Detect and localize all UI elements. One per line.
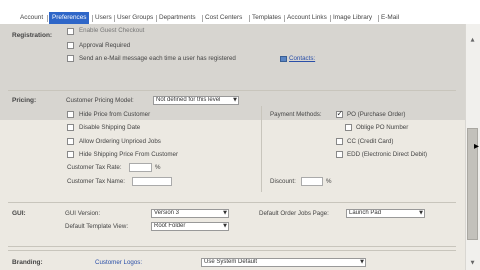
- tab-separator: [202, 15, 203, 22]
- cc-label: CC (Credit Card): [347, 138, 394, 145]
- allow-unpriced-jobs-checkbox[interactable]: [67, 138, 74, 145]
- default-order-page-select[interactable]: Launch Pad ▼: [346, 209, 425, 218]
- customer-logos-label: Customer Logos:: [95, 259, 143, 266]
- hide-price-checkbox[interactable]: [67, 111, 74, 118]
- gui-label: GUI:: [12, 210, 26, 217]
- default-template-view-value: Root Folder: [154, 223, 186, 229]
- registration-email-label: Send an e-Mail message each time a user …: [79, 55, 236, 62]
- contacts-link[interactable]: Contacts:: [289, 55, 315, 62]
- cc-checkbox[interactable]: [336, 138, 343, 145]
- tab-email[interactable]: E-Mail: [381, 13, 399, 23]
- chevron-down-icon: ▼: [233, 97, 237, 103]
- hide-shipping-price-label: Hide Shipping Price From Customer: [79, 151, 179, 158]
- tab-account[interactable]: Account: [20, 13, 43, 23]
- pricing-top-divider: [8, 90, 456, 91]
- tab-image-library[interactable]: Image Library: [333, 13, 372, 23]
- registration-label: Registration:: [12, 32, 53, 39]
- payment-methods-label: Payment Methods:: [270, 111, 322, 118]
- pricing-label: Pricing:: [12, 97, 37, 104]
- scroll-up-icon[interactable]: ▲: [467, 37, 478, 43]
- mouse-cursor-icon: ▸: [474, 141, 480, 152]
- enable-guest-checkout-label: Enable Guest Checkout: [79, 27, 145, 34]
- pricing-model-value: Not defined for this level: [156, 97, 221, 103]
- edd-label: EDD (Electronic Direct Debit): [347, 151, 428, 158]
- tab-templates[interactable]: Templates: [252, 13, 281, 23]
- tab-separator: [378, 15, 379, 22]
- customer-logos-select[interactable]: Use System Default ▼: [201, 258, 366, 267]
- default-order-page-value: Launch Pad: [349, 210, 382, 216]
- tab-separator: [156, 15, 157, 22]
- discount-label: Discount:: [270, 178, 296, 185]
- tab-user-groups[interactable]: User Groups: [117, 13, 153, 23]
- chevron-down-icon: ▼: [223, 223, 227, 229]
- approval-required-checkbox[interactable]: [67, 42, 74, 49]
- tab-cost-centers[interactable]: Cost Centers: [205, 13, 242, 23]
- tab-departments[interactable]: Departments: [159, 13, 196, 23]
- tab-separator: [249, 15, 250, 22]
- default-template-view-label: Default Template View:: [65, 223, 129, 230]
- pricing-model-select[interactable]: Not defined for this level ▼: [153, 96, 239, 105]
- branding-top-divider: [8, 246, 456, 247]
- branding-top-divider-inner: [8, 250, 456, 251]
- hide-price-label: Hide Price from Customer: [79, 111, 151, 118]
- tab-separator: [330, 15, 331, 22]
- tab-bar: Account Preferences Users User Groups De…: [0, 0, 480, 24]
- disable-shipping-date-label: Disable Shipping Date: [79, 124, 141, 131]
- gui-version-label: GUI Version:: [65, 210, 101, 217]
- hide-shipping-price-checkbox[interactable]: [67, 151, 74, 158]
- allow-unpriced-jobs-label: Allow Ordering Unpriced Jobs: [79, 138, 161, 145]
- tax-rate-label: Customer Tax Rate:: [67, 164, 122, 171]
- tax-rate-unit: %: [155, 164, 161, 171]
- tab-separator: [47, 15, 48, 22]
- disabled-overlay: [0, 24, 465, 120]
- tab-separator: [92, 15, 93, 22]
- default-template-view-select[interactable]: Root Folder ▼: [151, 222, 229, 231]
- edd-checkbox[interactable]: [336, 151, 343, 158]
- tab-account-links[interactable]: Account Links: [287, 13, 327, 23]
- pricing-column-divider: [261, 106, 262, 192]
- scroll-down-icon[interactable]: ▼: [467, 260, 478, 266]
- chevron-down-icon: ▼: [360, 259, 364, 265]
- tax-name-input[interactable]: [132, 177, 172, 186]
- tab-users[interactable]: Users: [95, 13, 112, 23]
- discount-input[interactable]: [301, 177, 323, 186]
- pricing-model-label: Customer Pricing Model:: [66, 97, 134, 104]
- approval-required-label: Approval Required: [79, 42, 131, 49]
- disable-shipping-date-checkbox[interactable]: [67, 124, 74, 131]
- gui-version-value: Version 3: [154, 210, 180, 216]
- enable-guest-checkout-checkbox[interactable]: [67, 28, 74, 35]
- po-checkbox[interactable]: [336, 109, 343, 118]
- tab-separator: [114, 15, 115, 22]
- discount-unit: %: [326, 178, 332, 185]
- tab-preferences[interactable]: Preferences: [49, 12, 90, 24]
- oblige-po-label: Oblige PO Number: [356, 124, 409, 131]
- branding-label: Branding:: [12, 259, 43, 266]
- default-order-page-label: Default Order Jobs Page:: [259, 210, 329, 217]
- chevron-down-icon: ▼: [419, 210, 423, 216]
- chevron-down-icon: ▼: [223, 210, 227, 216]
- gui-version-select[interactable]: Version 3 ▼: [151, 209, 229, 218]
- customer-logos-value: Use System Default: [204, 259, 258, 265]
- tax-name-label: Customer Tax Name:: [67, 178, 125, 185]
- preferences-panel: Registration: Enable Guest Checkout Appr…: [0, 24, 465, 270]
- registration-email-checkbox[interactable]: [67, 55, 74, 62]
- contacts-icon[interactable]: [280, 56, 287, 62]
- gui-top-divider: [8, 202, 456, 203]
- po-label: PO (Purchase Order): [347, 111, 406, 118]
- tax-rate-input[interactable]: [129, 163, 152, 172]
- oblige-po-checkbox[interactable]: [345, 124, 352, 131]
- tab-separator: [284, 15, 285, 22]
